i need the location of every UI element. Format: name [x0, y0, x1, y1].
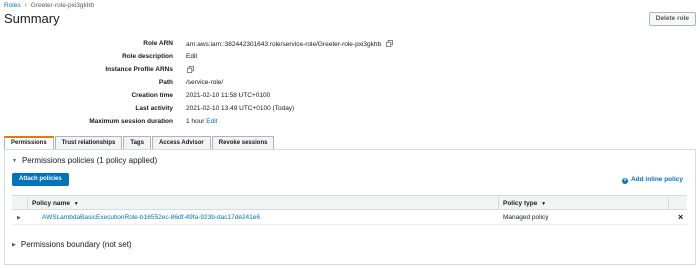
- breadcrumb: Roles › Greeter-role-pxi3gkhb: [4, 2, 94, 9]
- caret-right-icon[interactable]: ▶: [17, 215, 21, 221]
- column-policy-name-label: Policy name: [32, 200, 70, 207]
- max-session-label: Maximum session duration: [89, 118, 173, 125]
- instance-profile-label: Instance Profile ARNs: [105, 66, 173, 73]
- table-row: ▶ AWSLambdaBasicExecutionRole-b16552ec-8…: [12, 210, 687, 225]
- sort-caret-icon: ▼: [541, 201, 547, 207]
- sort-caret-icon: ▼: [73, 201, 79, 207]
- tab-revoke-sessions[interactable]: Revoke sessions: [211, 136, 275, 149]
- last-activity-label: Last activity: [135, 105, 173, 112]
- caret-right-icon: ▶: [12, 242, 16, 248]
- breadcrumb-current: Greeter-role-pxi3gkhb: [30, 2, 95, 9]
- path-value: /service-role/: [186, 79, 224, 86]
- max-session-edit-link[interactable]: Edit: [206, 118, 217, 125]
- creation-time-label: Creation time: [131, 92, 173, 99]
- path-label: Path: [158, 79, 173, 86]
- tab-trust-relationships[interactable]: Trust relationships: [54, 136, 123, 149]
- role-arn-label: Role ARN: [143, 40, 173, 47]
- column-divider: [668, 197, 669, 209]
- policies-table-header: Policy name ▼ Policy type ▼: [12, 195, 687, 210]
- role-description-label: Role description: [122, 53, 173, 60]
- copy-icon[interactable]: [386, 40, 393, 47]
- role-description-edit-link[interactable]: Edit: [186, 53, 197, 60]
- instance-profile-value: [184, 66, 194, 74]
- delete-role-button[interactable]: Delete role: [648, 12, 696, 26]
- tab-permissions[interactable]: Permissions: [4, 136, 54, 149]
- policy-name-link[interactable]: AWSLambdaBasicExecutionRole-b16552ec-86d…: [42, 214, 260, 221]
- column-policy-name[interactable]: Policy name ▼: [32, 200, 79, 207]
- add-inline-policy-label: Add inline policy: [630, 176, 683, 183]
- breadcrumb-separator: ›: [24, 2, 27, 9]
- tab-access-advisor[interactable]: Access Advisor: [151, 136, 211, 149]
- permissions-policies-title: Permissions policies (1 policy applied): [21, 156, 158, 165]
- copy-icon[interactable]: [187, 66, 194, 73]
- add-inline-policy-link[interactable]: + Add inline policy: [621, 176, 683, 184]
- max-session-text: 1 hour: [186, 118, 205, 125]
- last-activity-value: 2021-02-10 13:49 UTC+0100 (Today): [186, 105, 295, 112]
- creation-time-value: 2021-02-10 11:58 UTC+0100: [186, 92, 271, 99]
- permissions-boundary-title: Permissions boundary (not set): [20, 240, 132, 249]
- role-arn-text: arn:aws:iam::382442301643:role/service-r…: [186, 41, 382, 48]
- column-divider: [498, 197, 499, 209]
- tab-tags[interactable]: Tags: [123, 136, 151, 149]
- attach-policies-button[interactable]: Attach policies: [12, 173, 69, 186]
- caret-down-icon: ▼: [12, 158, 17, 164]
- column-policy-type-label: Policy type: [503, 200, 538, 207]
- permissions-boundary-header[interactable]: ▶ Permissions boundary (not set): [12, 240, 132, 249]
- tab-bar: Permissions Trust relationships Tags Acc…: [4, 136, 275, 150]
- max-session-value: 1 hour Edit: [186, 118, 217, 125]
- close-icon[interactable]: ×: [678, 212, 683, 222]
- page-title: Summary: [4, 11, 60, 26]
- policy-type-value: Managed policy: [503, 214, 549, 221]
- plus-circle-icon: +: [621, 178, 628, 184]
- role-arn-value: arn:aws:iam::382442301643:role/service-r…: [186, 40, 393, 48]
- permissions-policies-header[interactable]: ▼ Permissions policies (1 policy applied): [12, 156, 157, 165]
- breadcrumb-roles-link[interactable]: Roles: [4, 2, 21, 9]
- column-policy-type[interactable]: Policy type ▼: [503, 200, 546, 207]
- column-divider: [27, 197, 28, 209]
